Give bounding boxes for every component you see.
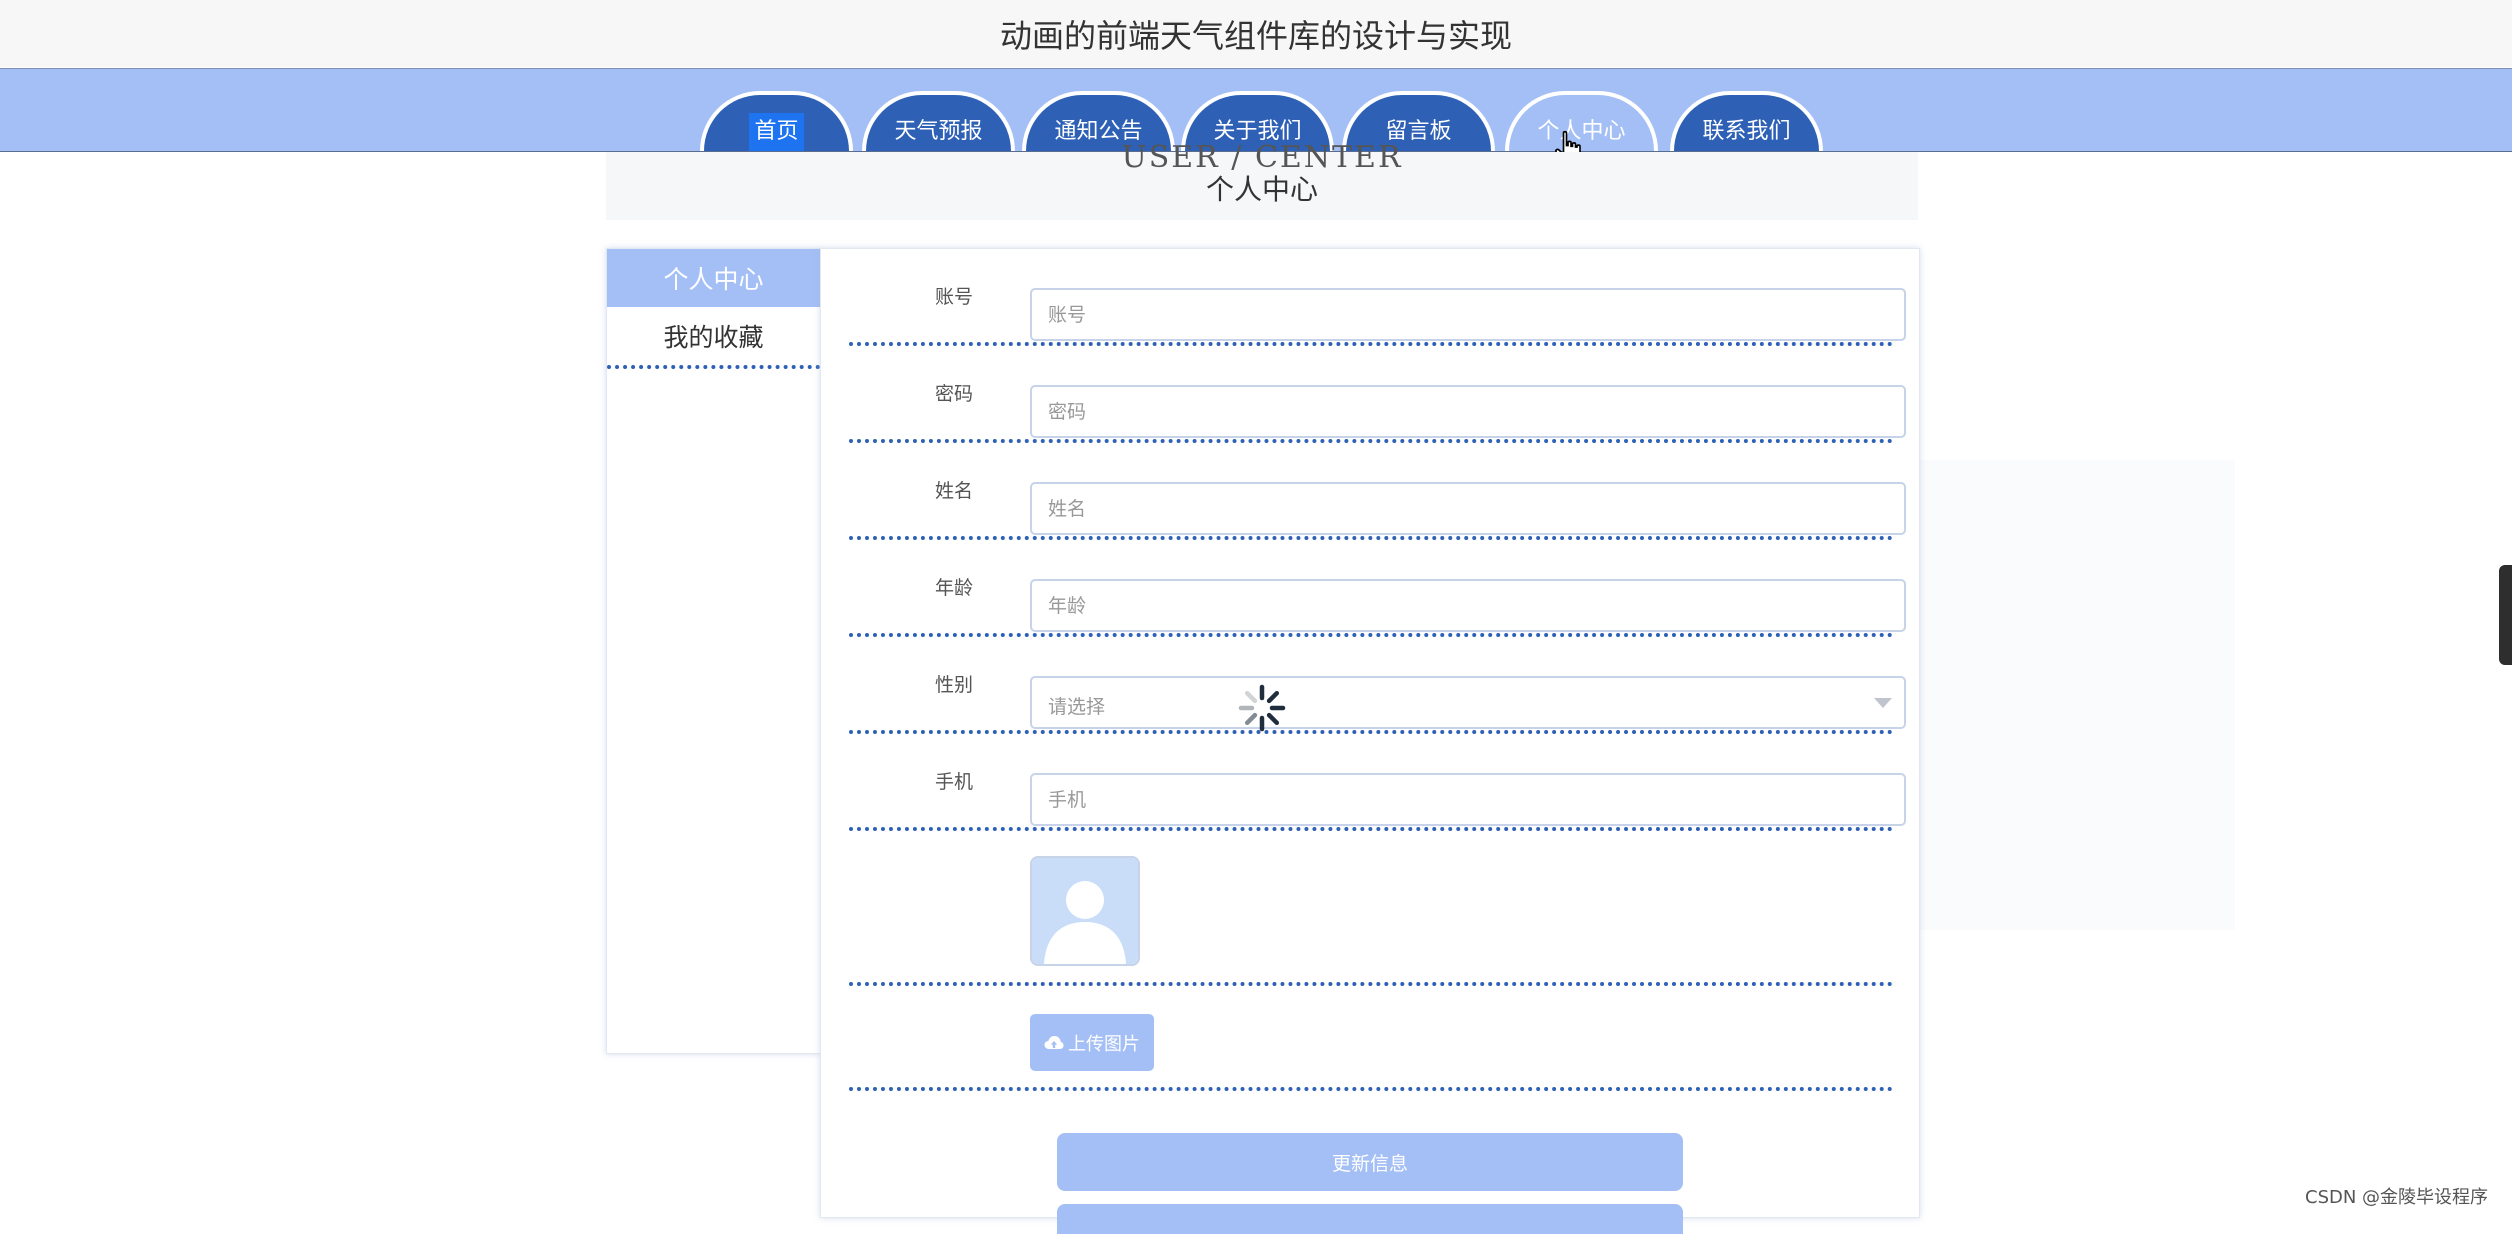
account-label: 账号 (934, 286, 973, 308)
cloud-upload-icon (1044, 1035, 1064, 1049)
phone-field[interactable] (1030, 773, 1906, 826)
form-row-name: 姓名 (849, 443, 1906, 540)
app-title: 动画的前端天气组件库的设计与实现 (999, 16, 1512, 55)
form-row-account: 账号 (849, 249, 1906, 346)
update-info-label: 更新信息 (1331, 1152, 1408, 1175)
update-info-button[interactable]: 更新信息 (1057, 1133, 1683, 1191)
sidebar: 个人中心 我的收藏 (606, 248, 821, 1054)
page-banner: USER / CENTER 个人中心 (606, 140, 1918, 220)
name-label: 姓名 (934, 480, 973, 502)
name-field[interactable] (1030, 482, 1906, 535)
user-avatar-icon (1032, 858, 1138, 964)
gender-label: 性别 (934, 674, 973, 696)
title-bar: 动画的前端天气组件库的设计与实现 (0, 0, 2512, 67)
age-label: 年龄 (934, 577, 973, 599)
form-row-password: 密码 (849, 346, 1906, 443)
age-input[interactable] (1032, 581, 1904, 630)
name-input[interactable] (1032, 484, 1904, 533)
gender-select-placeholder: 请选择 (1048, 696, 1106, 718)
scroll-handle[interactable] (2499, 565, 2512, 665)
form-row-age: 年龄 (849, 540, 1906, 637)
sidebar-item-my-favorites[interactable]: 我的收藏 (607, 307, 820, 369)
form-row-phone: 手机 (849, 734, 1906, 831)
banner-title: 个人中心 (1205, 173, 1318, 206)
password-label: 密码 (934, 383, 973, 405)
account-input[interactable] (1032, 290, 1904, 339)
profile-form-panel: 账号 密码 姓名 年龄 性别 请选择 手机 (820, 248, 1920, 1234)
upload-image-button[interactable]: 上传图片 (1030, 1014, 1154, 1071)
sidebar-item-personal-center[interactable]: 个人中心 (607, 249, 820, 307)
phone-input[interactable] (1032, 775, 1904, 824)
watermark: CSDN @金陵毕设程序 (2305, 1187, 2489, 1208)
upload-image-label: 上传图片 (1068, 1033, 1140, 1055)
avatar[interactable] (1030, 856, 1140, 966)
gender-select[interactable]: 请选择 (1030, 676, 1906, 729)
age-field[interactable] (1030, 579, 1906, 632)
form-row-gender: 性别 请选择 (849, 637, 1906, 734)
password-input[interactable] (1032, 387, 1904, 436)
logout-button[interactable] (1057, 1204, 1683, 1234)
loading-spinner-icon (1238, 684, 1286, 732)
phone-label: 手机 (934, 771, 973, 793)
password-field[interactable] (1030, 385, 1906, 438)
form-row-upload: 上传图片 (849, 986, 1893, 1091)
caret-down-icon (1874, 698, 1892, 708)
account-field[interactable] (1030, 288, 1906, 341)
form-row-avatar (849, 831, 1893, 986)
